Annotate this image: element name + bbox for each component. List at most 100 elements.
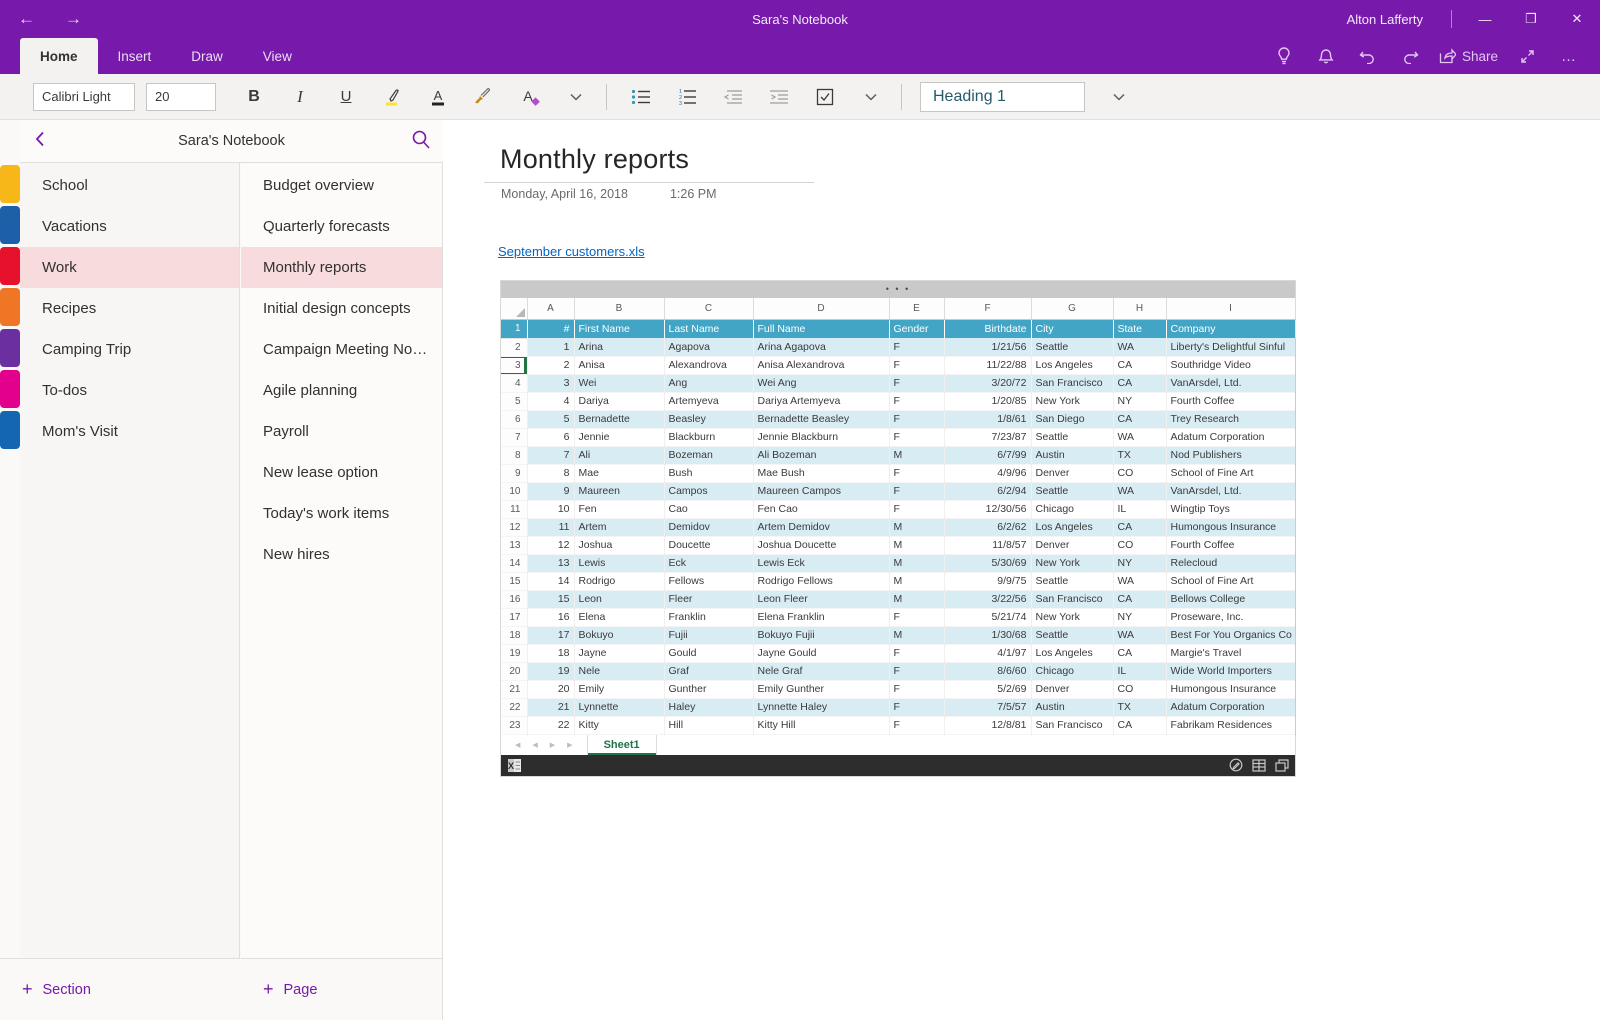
cell: CO xyxy=(1113,464,1166,482)
cell: San Francisco xyxy=(1031,374,1113,392)
cell: CA xyxy=(1113,374,1166,392)
cell: 15 xyxy=(501,572,527,590)
notifications-bell-icon[interactable] xyxy=(1309,41,1343,71)
tab-draw[interactable]: Draw xyxy=(171,38,243,74)
open-in-new-window-icon[interactable] xyxy=(1275,759,1289,772)
tab-home[interactable]: Home xyxy=(20,38,98,74)
cell: Los Angeles xyxy=(1031,518,1113,536)
first-sheet-icon[interactable]: ◀ xyxy=(515,741,520,749)
cell: Jennie Blackburn xyxy=(753,428,889,446)
sheet-tab[interactable]: Sheet1 xyxy=(587,735,657,755)
sidebar-item-camping-trip[interactable]: Camping Trip xyxy=(20,329,239,370)
format-painter-button[interactable] xyxy=(464,81,504,113)
section-color-tab[interactable] xyxy=(0,247,20,285)
page-canvas[interactable]: Monthly reports Monday, April 16, 2018 1… xyxy=(444,120,1600,1020)
todo-tag-button[interactable] xyxy=(805,81,845,113)
embedded-spreadsheet[interactable]: • • • ABCDEFGHI1#First NameLast NameFull… xyxy=(500,280,1296,777)
page-date[interactable]: Monday, April 16, 2018 xyxy=(501,187,628,201)
tags-chevron-icon[interactable] xyxy=(851,81,891,113)
font-color-icon: A xyxy=(429,87,447,107)
cell: 8 xyxy=(501,446,527,464)
cell: Anisa xyxy=(574,356,664,374)
cell: 19 xyxy=(501,644,527,662)
font-name-input[interactable]: Calibri Light xyxy=(33,83,135,111)
section-color-tab[interactable] xyxy=(0,329,20,367)
account-button[interactable]: Alton Lafferty xyxy=(1347,12,1423,27)
cell: Rodrigo xyxy=(574,572,664,590)
increase-indent-button[interactable] xyxy=(759,81,799,113)
sidebar-item-vacations[interactable]: Vacations xyxy=(20,206,239,247)
sidebar-item-to-dos[interactable]: To-dos xyxy=(20,370,239,411)
numbered-list-button[interactable]: 123 xyxy=(667,81,707,113)
edit-workbook-icon[interactable] xyxy=(1229,758,1243,772)
bulleted-list-button[interactable] xyxy=(621,81,661,113)
sidebar-item-work[interactable]: Work xyxy=(20,247,239,288)
restore-button[interactable]: ❐ xyxy=(1508,0,1554,38)
spreadsheet-drag-bar[interactable]: • • • xyxy=(501,281,1295,298)
section-color-tab[interactable] xyxy=(0,288,20,326)
styles-chevron-icon[interactable] xyxy=(1099,81,1139,113)
redo-icon[interactable] xyxy=(1393,41,1427,71)
tell-me-lightbulb-icon[interactable] xyxy=(1267,41,1301,71)
font-options-chevron-icon[interactable] xyxy=(556,81,596,113)
attachment-link[interactable]: September customers.xls xyxy=(498,244,645,259)
section-color-tab[interactable] xyxy=(0,411,20,449)
cell: Lynnette xyxy=(574,698,664,716)
page-item-budget-overview[interactable]: Budget overview xyxy=(241,165,442,206)
fullscreen-icon[interactable] xyxy=(1510,41,1544,71)
close-button[interactable]: ✕ xyxy=(1554,0,1600,38)
section-color-tab[interactable] xyxy=(0,370,20,408)
sidebar-item-recipes[interactable]: Recipes xyxy=(20,288,239,329)
cell: M xyxy=(889,536,944,554)
bold-button[interactable]: B xyxy=(234,81,274,113)
sidebar-item-mom-s-visit[interactable]: Mom's Visit xyxy=(20,411,239,452)
cell: M xyxy=(889,554,944,572)
undo-icon[interactable] xyxy=(1351,41,1385,71)
share-button[interactable]: Share xyxy=(1435,48,1502,64)
cell: F xyxy=(944,298,1031,319)
styles-button[interactable]: A xyxy=(510,81,550,113)
cell: 7/23/87 xyxy=(944,428,1031,446)
cell: Margie's Travel xyxy=(1166,644,1295,662)
page-item-new-lease-option[interactable]: New lease option xyxy=(241,452,442,493)
highlighter-button[interactable] xyxy=(372,81,412,113)
sidebar-item-school[interactable]: School xyxy=(20,165,239,206)
cell: Seattle xyxy=(1031,572,1113,590)
cell: Trey Research xyxy=(1166,410,1295,428)
cell: Joshua xyxy=(574,536,664,554)
decrease-indent-button[interactable] xyxy=(713,81,753,113)
section-color-tab[interactable] xyxy=(0,206,20,244)
more-options-icon[interactable]: … xyxy=(1552,41,1586,71)
tab-insert[interactable]: Insert xyxy=(98,38,172,74)
page-item-payroll[interactable]: Payroll xyxy=(241,411,442,452)
section-color-tab[interactable] xyxy=(0,165,20,203)
cell: 22 xyxy=(527,716,574,734)
page-item-today-s-work-items[interactable]: Today's work items xyxy=(241,493,442,534)
notebooks-back-button[interactable] xyxy=(20,131,60,152)
page-item-new-hires[interactable]: New hires xyxy=(241,534,442,575)
page-item-agile-planning[interactable]: Agile planning xyxy=(241,370,442,411)
style-selector[interactable]: Heading 1 xyxy=(920,82,1085,112)
view-table-icon[interactable] xyxy=(1252,759,1266,772)
add-section-button[interactable]: + Section xyxy=(0,958,240,1020)
underline-button[interactable]: U xyxy=(326,81,366,113)
minimize-button[interactable]: — xyxy=(1462,0,1508,38)
prev-sheet-icon[interactable]: ◀ xyxy=(532,741,537,749)
page-time[interactable]: 1:26 PM xyxy=(670,187,717,201)
page-title[interactable]: Monthly reports xyxy=(500,144,689,175)
last-sheet-icon[interactable]: ▶ xyxy=(567,741,572,749)
tab-view[interactable]: View xyxy=(243,38,312,74)
page-item-monthly-reports[interactable]: Monthly reports xyxy=(241,247,442,288)
font-color-button[interactable]: A xyxy=(418,81,458,113)
cell: New York xyxy=(1031,608,1113,626)
italic-button[interactable]: I xyxy=(280,81,320,113)
font-size-input[interactable]: 20 xyxy=(146,83,216,111)
page-item-initial-design-concepts[interactable]: Initial design concepts xyxy=(241,288,442,329)
add-page-button[interactable]: + Page xyxy=(241,958,443,1020)
page-item-quarterly-forecasts[interactable]: Quarterly forecasts xyxy=(241,206,442,247)
cell: Mae xyxy=(574,464,664,482)
search-button[interactable] xyxy=(411,129,431,155)
page-item-campaign-meeting-no-[interactable]: Campaign Meeting No… xyxy=(241,329,442,370)
next-sheet-icon[interactable]: ▶ xyxy=(550,741,555,749)
cell: Fleer xyxy=(664,590,753,608)
